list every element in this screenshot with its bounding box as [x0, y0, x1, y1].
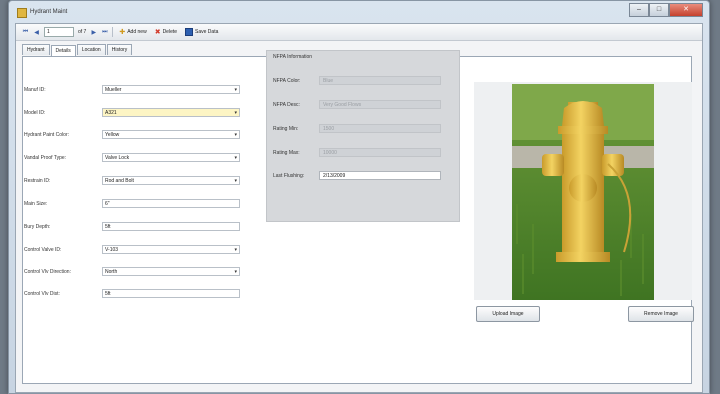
nfpa-group-title: NFPA Information — [273, 54, 313, 60]
dropdown-arrow-icon[interactable]: ▾ — [234, 246, 237, 255]
delete-icon: ✖ — [154, 29, 161, 36]
dropdown-arrow-icon[interactable]: ▾ — [234, 268, 237, 277]
form-row-control-dist: Control Vlv Dist: 5ft — [24, 288, 240, 299]
vandal-proof-select[interactable]: Valve Lock ▾ — [102, 153, 240, 162]
dropdown-arrow-icon[interactable]: ▾ — [234, 109, 237, 118]
move-previous-button[interactable]: ◀ — [33, 29, 40, 36]
field-value: Yellow — [105, 132, 120, 138]
form-row-main-size: Main Size: 6" — [24, 198, 240, 209]
field-label: Model ID: — [24, 109, 46, 116]
field-value: Rod and Bolt — [105, 178, 134, 184]
save-data-label: Save Data — [195, 29, 219, 35]
app-icon — [17, 8, 27, 18]
form-row-bury-depth: Bury Depth: 5ft — [24, 221, 240, 232]
field-label: NFPA Desc: — [273, 101, 300, 108]
upload-image-button[interactable]: Upload Image — [476, 306, 540, 322]
field-label: NFPA Color: — [273, 77, 301, 84]
field-label: Control Vlv Direction: — [24, 268, 71, 275]
field-value: V-103 — [105, 247, 119, 253]
rating-min-field: 1500 — [319, 124, 441, 133]
field-value: 5ft — [105, 224, 111, 230]
form-row-model: Model ID: A321 ▾ — [24, 107, 240, 118]
rating-max-field: 10000 — [319, 148, 441, 157]
tab-hydrant[interactable]: Hydrant — [22, 44, 50, 55]
tab-details[interactable]: Details — [50, 45, 76, 56]
close-button[interactable]: ✕ — [669, 3, 703, 17]
record-count-label: of 7 — [78, 29, 87, 35]
delete-button[interactable]: ✖ Delete — [153, 28, 179, 36]
form-row-manuf: Manuf ID: Mueller ▾ — [24, 84, 240, 95]
restrain-id-select[interactable]: Rod and Bolt ▾ — [102, 176, 240, 185]
field-label: Control Valve ID: — [24, 246, 62, 253]
field-label: Last Flushing: — [273, 172, 305, 179]
hydrant-photo — [512, 84, 654, 300]
delete-label: Delete — [162, 29, 178, 35]
field-value: A321 — [105, 110, 117, 116]
move-next-button[interactable]: ▶ — [90, 29, 97, 36]
toolbar-separator — [112, 27, 114, 37]
tab-location[interactable]: Location — [76, 44, 106, 55]
model-id-select[interactable]: A321 ▾ — [102, 108, 240, 117]
minimize-button[interactable]: – — [629, 3, 649, 17]
nfpa-row-color: NFPA Color: Blue — [273, 75, 441, 86]
add-new-button[interactable]: ✚ Add new — [117, 28, 148, 36]
save-icon — [185, 28, 194, 36]
field-label: Rating Min: — [273, 125, 299, 132]
move-last-button[interactable]: ⏭ — [101, 29, 108, 36]
field-label: Bury Depth: — [24, 223, 51, 230]
main-size-input[interactable]: 6" — [102, 199, 240, 208]
tab-history[interactable]: History — [106, 44, 133, 55]
paint-color-select[interactable]: Yellow ▾ — [102, 130, 240, 139]
control-valve-select[interactable]: V-103 ▾ — [102, 245, 240, 254]
field-value: Mueller — [105, 87, 122, 93]
bury-depth-input[interactable]: 5ft — [102, 222, 240, 231]
position-input[interactable]: 1 — [44, 27, 74, 37]
window-title: Hydrant Maint — [30, 9, 68, 15]
nfpa-row-last-flushing: Last Flushing: 2/13/2009 — [273, 170, 441, 181]
field-value: 5ft — [105, 291, 111, 297]
form-row-control-direction: Control Vlv Direction: North ▾ — [24, 266, 240, 277]
field-value: 6" — [105, 201, 110, 207]
dropdown-arrow-icon[interactable]: ▾ — [234, 86, 237, 95]
tab-strip: Hydrant Details Location History — [22, 44, 133, 56]
control-direction-select[interactable]: North ▾ — [102, 267, 240, 276]
field-label: Vandal Proof Type: — [24, 154, 67, 161]
title-bar: Hydrant Maint – □ ✕ — [9, 1, 709, 23]
field-value: Valve Lock — [105, 155, 130, 161]
save-data-button[interactable]: Save Data — [183, 28, 220, 36]
hydrant-photo-svg — [512, 84, 654, 300]
control-dist-input[interactable]: 5ft — [102, 289, 240, 298]
form-row-control-valve: Control Valve ID: V-103 ▾ — [24, 244, 240, 255]
dropdown-arrow-icon[interactable]: ▾ — [234, 177, 237, 186]
remove-image-button[interactable]: Remove Image — [628, 306, 694, 322]
manuf-id-select[interactable]: Mueller ▾ — [102, 85, 240, 94]
nfpa-information-group: NFPA Information NFPA Color: Blue NFPA D… — [266, 50, 460, 222]
nfpa-row-rating-min: Rating Min: 1500 — [273, 123, 441, 134]
field-label: Main Size: — [24, 200, 48, 207]
move-first-button[interactable]: ⏮ — [22, 29, 29, 36]
field-label: Rating Max: — [273, 149, 300, 156]
form-row-restrain: Restrain ID: Rod and Bolt ▾ — [24, 175, 240, 186]
field-label: Hydrant Paint Color: — [24, 131, 70, 138]
field-label: Restrain ID: — [24, 177, 51, 184]
field-label: Manuf ID: — [24, 86, 46, 93]
add-new-label: Add new — [127, 29, 147, 35]
field-label: Control Vlv Dist: — [24, 290, 60, 297]
last-flushing-input[interactable]: 2/13/2009 — [319, 171, 441, 180]
add-icon: ✚ — [119, 29, 126, 36]
nfpa-color-field: Blue — [319, 76, 441, 85]
window-controls: – □ ✕ — [629, 3, 703, 17]
dropdown-arrow-icon[interactable]: ▾ — [234, 154, 237, 163]
nfpa-row-desc: NFPA Desc: Very Good Flows — [273, 99, 441, 110]
form-row-paint: Hydrant Paint Color: Yellow ▾ — [24, 129, 240, 140]
nfpa-row-rating-max: Rating Max: 10000 — [273, 147, 441, 158]
binding-navigator: ⏮ ◀ 1 of 7 ▶ ⏭ ✚ Add new ✖ Delete Save D… — [16, 24, 702, 41]
maximize-button[interactable]: □ — [649, 3, 669, 17]
nfpa-desc-field: Very Good Flows — [319, 100, 441, 109]
form-row-vandal: Vandal Proof Type: Valve Lock ▾ — [24, 152, 240, 163]
field-value: North — [105, 269, 118, 275]
dropdown-arrow-icon[interactable]: ▾ — [234, 131, 237, 140]
